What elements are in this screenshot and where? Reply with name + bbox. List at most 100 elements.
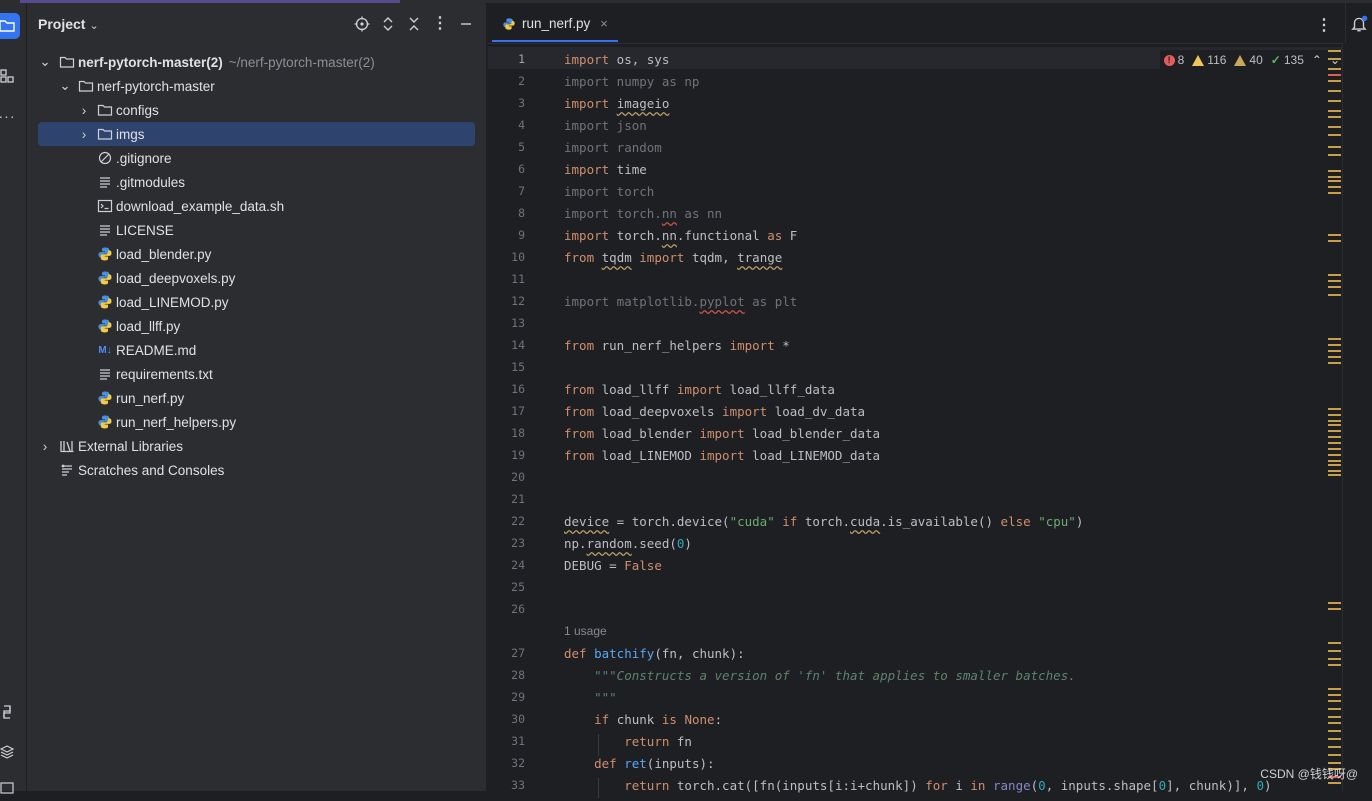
stripe-marker[interactable]	[1328, 50, 1341, 52]
tree-item-load-llff[interactable]: load_llff.py	[27, 314, 486, 338]
tree-item-license[interactable]: LICENSE	[27, 218, 486, 242]
stripe-marker[interactable]	[1328, 110, 1341, 112]
structure-tool-button[interactable]	[0, 63, 20, 89]
stripe-marker[interactable]	[1328, 470, 1341, 472]
stripe-marker[interactable]	[1328, 430, 1341, 432]
collapse-all-button[interactable]	[405, 15, 423, 33]
tab-actions-button[interactable]: ⋮	[1316, 15, 1332, 35]
stripe-marker[interactable]	[1328, 280, 1341, 282]
code-line[interactable]: if chunk is None:	[564, 712, 722, 727]
stripe-marker[interactable]	[1328, 460, 1341, 462]
stripe-marker[interactable]	[1328, 170, 1341, 172]
stripe-marker[interactable]	[1328, 442, 1341, 444]
stripe-marker[interactable]	[1328, 176, 1341, 178]
layers-tool-button[interactable]	[0, 739, 20, 765]
stripe-marker[interactable]	[1328, 294, 1341, 296]
code-line[interactable]: from load_deepvoxels import load_dv_data	[564, 404, 865, 419]
stripe-marker[interactable]	[1328, 414, 1341, 416]
stripe-marker[interactable]	[1328, 474, 1341, 476]
project-tool-button[interactable]	[0, 13, 20, 39]
project-panel-title[interactable]: Project ⌄	[38, 16, 99, 32]
stripe-marker[interactable]	[1328, 420, 1341, 422]
stripe-marker[interactable]	[1328, 240, 1341, 242]
stripe-marker[interactable]	[1328, 90, 1341, 92]
tree-item-requirements[interactable]: requirements.txt	[27, 362, 486, 386]
tree-item-imgs[interactable]: › imgs	[38, 122, 475, 146]
stripe-marker[interactable]	[1328, 74, 1341, 76]
chevron-down-icon[interactable]: ⌄	[59, 78, 71, 93]
stripe-marker[interactable]	[1328, 782, 1341, 784]
stripe-marker[interactable]	[1328, 448, 1341, 450]
code-line[interactable]: import torch.nn.functional as F	[564, 228, 797, 243]
stripe-marker[interactable]	[1328, 180, 1341, 182]
stripe-marker[interactable]	[1328, 234, 1341, 236]
stripe-marker[interactable]	[1328, 722, 1341, 724]
stripe-marker[interactable]	[1328, 746, 1341, 748]
stripe-marker[interactable]	[1328, 134, 1341, 136]
tree-item-project-root[interactable]: ⌄ nerf-pytorch-master(2) ~/nerf-pytorch-m…	[27, 50, 486, 74]
close-tab-icon[interactable]: ×	[600, 16, 608, 31]
stripe-marker[interactable]	[1328, 658, 1341, 660]
tree-item-download-script[interactable]: download_example_data.sh	[27, 194, 486, 218]
tree-item-run-nerf[interactable]: run_nerf.py	[27, 386, 486, 410]
terminal-tool-button[interactable]	[0, 775, 20, 801]
expand-all-button[interactable]	[379, 15, 397, 33]
previous-highlight-icon[interactable]: ⌃	[1312, 53, 1322, 67]
panel-options-button[interactable]: ⋮	[431, 15, 449, 33]
code-line[interactable]: import time	[564, 162, 647, 177]
errors-indicator[interactable]: ! 8	[1163, 53, 1184, 67]
stripe-marker[interactable]	[1328, 362, 1341, 364]
code-line[interactable]: from load_LINEMOD import load_LINEMOD_da…	[564, 448, 880, 463]
typos-indicator[interactable]: ✓ 135	[1271, 53, 1304, 67]
code-line[interactable]: def ret(inputs):	[564, 756, 714, 771]
code-line[interactable]: import matplotlib.pyplot as plt	[564, 294, 797, 309]
stripe-marker[interactable]	[1328, 154, 1341, 156]
code-line[interactable]: import numpy as np	[564, 74, 699, 89]
stripe-marker[interactable]	[1328, 274, 1341, 276]
stripe-marker[interactable]	[1328, 356, 1341, 358]
weak-warnings-indicator[interactable]: 40	[1234, 53, 1263, 67]
tree-item-configs[interactable]: › configs	[27, 98, 486, 122]
stripe-marker[interactable]	[1328, 116, 1341, 118]
stripe-marker[interactable]	[1328, 344, 1341, 346]
code-line[interactable]: np.random.seed(0)	[564, 536, 692, 551]
stripe-marker[interactable]	[1328, 602, 1341, 604]
notifications-button[interactable]	[1345, 3, 1372, 43]
code-line[interactable]: return fn	[564, 734, 692, 749]
error-stripe[interactable]	[1328, 46, 1342, 791]
stripe-marker[interactable]	[1328, 694, 1341, 696]
stripe-marker[interactable]	[1328, 80, 1341, 82]
code-line[interactable]: device = torch.device("cuda" if torch.cu…	[564, 514, 1083, 529]
stripe-marker[interactable]	[1328, 436, 1341, 438]
stripe-marker[interactable]	[1328, 146, 1341, 148]
chevron-right-icon[interactable]: ›	[78, 127, 90, 142]
stripe-marker[interactable]	[1328, 68, 1341, 70]
code-line[interactable]: """Constructs a version of 'fn' that app…	[564, 668, 1076, 683]
code-line[interactable]: import torch	[564, 184, 654, 199]
inspection-widget[interactable]: ! 8 116 40 ✓ 135 ⌃ ⌄	[1159, 50, 1344, 70]
code-line[interactable]: import random	[564, 140, 662, 155]
code-line[interactable]: from run_nerf_helpers import *	[564, 338, 790, 353]
tree-item-external-libraries[interactable]: › External Libraries	[27, 434, 486, 458]
warnings-indicator[interactable]: 116	[1192, 53, 1226, 67]
code-line[interactable]: from tqdm import tqdm, trange	[564, 250, 782, 265]
stripe-marker[interactable]	[1328, 350, 1341, 352]
stripe-marker[interactable]	[1328, 192, 1341, 194]
code-line[interactable]: import torch.nn as nn	[564, 206, 722, 221]
stripe-marker[interactable]	[1328, 754, 1341, 756]
tree-item-gitignore[interactable]: .gitignore	[27, 146, 486, 170]
stripe-marker[interactable]	[1328, 642, 1341, 644]
tree-item-scratches[interactable]: Scratches and Consoles	[27, 458, 486, 482]
code-line[interactable]: def batchify(fn, chunk):	[564, 646, 745, 661]
code-line[interactable]: DEBUG = False	[564, 558, 662, 573]
locate-file-button[interactable]	[353, 15, 371, 33]
more-tools-button[interactable]: ···	[0, 103, 20, 129]
stripe-marker[interactable]	[1328, 58, 1341, 60]
code-line[interactable]: from load_blender import load_blender_da…	[564, 426, 880, 441]
tree-item-load-blender[interactable]: load_blender.py	[27, 242, 486, 266]
chevron-right-icon[interactable]: ›	[78, 103, 90, 118]
stripe-marker[interactable]	[1328, 688, 1341, 690]
code-line[interactable]: from load_llff import load_llff_data	[564, 382, 835, 397]
tree-item-readme[interactable]: M↓ README.md	[27, 338, 486, 362]
stripe-marker[interactable]	[1328, 716, 1341, 718]
